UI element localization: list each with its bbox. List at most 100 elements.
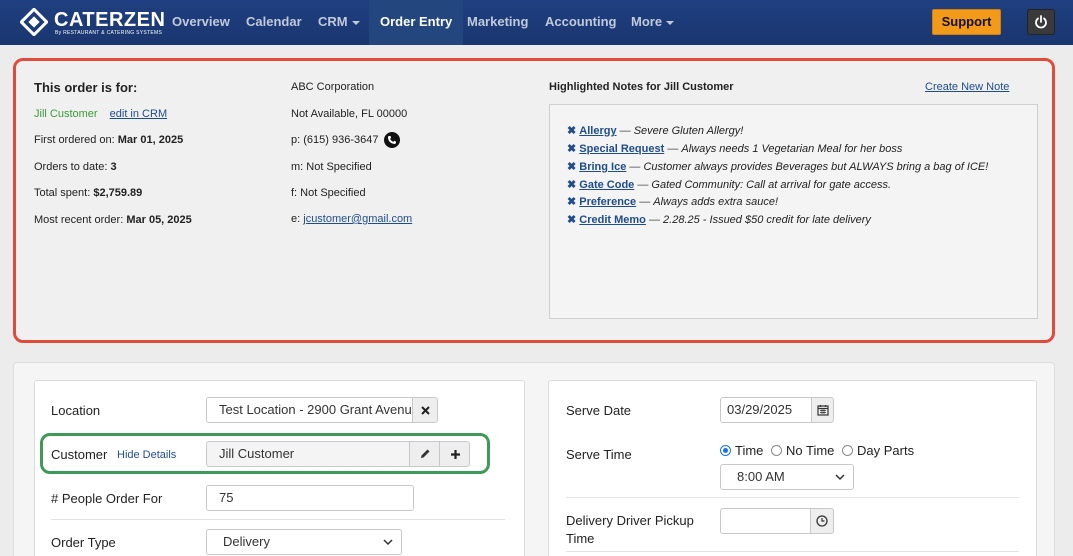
remove-note-icon[interactable]: ✖ [567,214,576,226]
logo-diamond-icon [20,8,48,36]
note-item: ✖ Special Request — Always needs 1 Veget… [567,143,903,155]
note-item: ✖ Preference — Always adds extra sauce! [567,196,779,208]
nav-order-entry[interactable]: Order Entry [369,0,464,45]
company-name: ABC Corporation [291,81,375,93]
add-customer-button[interactable] [439,441,470,467]
note-label[interactable]: Gate Code [579,179,634,191]
nav-overview[interactable]: Overview [172,0,230,45]
customer-name: Jill Customer [34,108,98,120]
remove-note-icon[interactable]: ✖ [567,161,576,173]
note-label[interactable]: Allergy [579,125,616,137]
serve-date-picker-button[interactable] [811,397,834,423]
order-type-label: Order Type [51,535,116,550]
orders-to-date-row: Orders to date: 3 [34,161,117,173]
hide-details-link[interactable]: Hide Details [117,449,176,461]
phone-row: p: (615) 936-3647 [291,132,400,148]
note-label[interactable]: Bring Ice [579,161,626,173]
highlighted-notes-title: Highlighted Notes for Jill Customer [549,81,734,93]
location-input[interactable]: Test Location - 2900 Grant Avenu [206,397,413,423]
time-option-day-parts[interactable]: Day Parts [842,443,914,458]
order-customer-summary-panel: This order is for: Jill Customer edit in… [13,58,1055,343]
first-ordered-row: First ordered on: Mar 01, 2025 [34,134,184,146]
total-spent-row: Total spent: $2,759.89 [34,187,143,199]
nav-accounting[interactable]: Accounting [545,0,617,45]
time-option-time[interactable]: Time [720,443,763,458]
divider [566,497,1019,498]
pencil-icon [421,449,430,458]
clock-icon [816,515,828,527]
order-for-title: This order is for: [34,80,138,95]
note-label[interactable]: Preference [579,196,636,208]
plus-icon [451,450,460,459]
phone-icon[interactable] [383,132,400,148]
logo-text: CATERZEN [54,9,166,31]
fax-number: f: Not Specified [291,187,366,199]
nav-marketing[interactable]: Marketing [467,0,528,45]
serve-time-value: 8:00 AM [737,469,785,484]
remove-note-icon[interactable]: ✖ [567,196,576,208]
divider [566,551,1019,552]
email-row: e: jcustomer@gmail.com [291,213,413,225]
edit-customer-button[interactable] [409,441,440,467]
clear-location-button[interactable] [412,397,438,423]
remove-note-icon[interactable]: ✖ [567,143,576,155]
note-label[interactable]: Special Request [579,143,664,155]
radio-icon [842,445,853,456]
note-item: ✖ Credit Memo — 2.28.25 - Issued $50 cre… [567,214,871,226]
note-text: Severe Gluten Allergy! [633,125,744,137]
logo-subtitle: By RESTAURANT & CATERING SYSTEMS [55,30,163,36]
chevron-down-icon [835,474,845,481]
mobile-number: m: Not Specified [291,161,372,173]
highlighted-notes-box: ✖ Allergy — Severe Gluten Allergy! ✖ Spe… [549,104,1038,319]
note-text: Always adds extra sauce! [653,196,779,208]
order-type-select[interactable]: Delivery [206,529,402,555]
note-item: ✖ Gate Code — Gated Community: Call at a… [567,179,892,191]
location-label: Location [51,403,101,418]
driver-pickup-label-line2: Time [566,531,595,546]
chevron-down-icon [351,20,360,25]
driver-pickup-time-button[interactable] [810,508,834,534]
customer-input[interactable]: Jill Customer [206,441,410,467]
driver-pickup-label-line1: Delivery Driver Pickup [566,513,694,528]
serve-date-label: Serve Date [566,403,632,418]
create-new-note-link[interactable]: Create New Note [925,81,1009,93]
order-type-value: Delivery [223,534,270,549]
note-text: Gated Community: Call at arrival for gat… [651,179,892,191]
logout-button[interactable] [1027,9,1055,35]
chevron-down-icon [383,539,393,546]
note-text: Always needs 1 Vegetarian Meal for her b… [681,143,903,155]
most-recent-order-row: Most recent order: Mar 05, 2025 [34,214,192,226]
serve-time-label: Serve Time [566,447,632,462]
people-count-input[interactable]: 75 [206,485,414,511]
note-text: 2.28.25 - Issued $50 credit for late del… [663,214,871,226]
email-link[interactable]: jcustomer@gmail.com [303,213,412,225]
power-icon [1035,15,1047,29]
note-item: ✖ Bring Ice — Customer always provides B… [567,161,989,173]
note-text: Customer always provides Beverages but A… [643,161,989,173]
calendar-icon [817,405,829,416]
top-nav: CATERZEN By RESTAURANT & CATERING SYSTEM… [0,0,1073,45]
time-option-no-time[interactable]: No Time [771,443,834,458]
note-label[interactable]: Credit Memo [579,214,646,226]
nav-more[interactable]: More [631,0,675,45]
note-item: ✖ Allergy — Severe Gluten Allergy! [567,125,744,137]
serve-time-select[interactable]: 8:00 AM [720,464,854,490]
remove-note-icon[interactable]: ✖ [567,179,576,191]
driver-pickup-time-input[interactable] [720,508,811,534]
customer-info-row: Jill Customer edit in CRM [34,108,167,120]
chevron-down-icon [666,20,675,25]
customer-label: Customer [51,447,108,462]
radio-icon [771,445,782,456]
divider [51,519,505,520]
radio-selected-icon [720,445,731,456]
phone-number: p: (615) 936-3647 [291,133,379,146]
serve-date-input[interactable]: 03/29/2025 [720,397,812,423]
support-button[interactable]: Support [932,9,1001,35]
edit-in-crm-link[interactable]: edit in CRM [110,108,167,120]
nav-crm[interactable]: CRM [318,0,360,45]
nav-calendar[interactable]: Calendar [246,0,302,45]
customer-address: Not Available, FL 00000 [291,108,408,120]
remove-note-icon[interactable]: ✖ [567,125,576,137]
close-icon [421,406,430,415]
people-count-label: # People Order For [51,491,163,506]
